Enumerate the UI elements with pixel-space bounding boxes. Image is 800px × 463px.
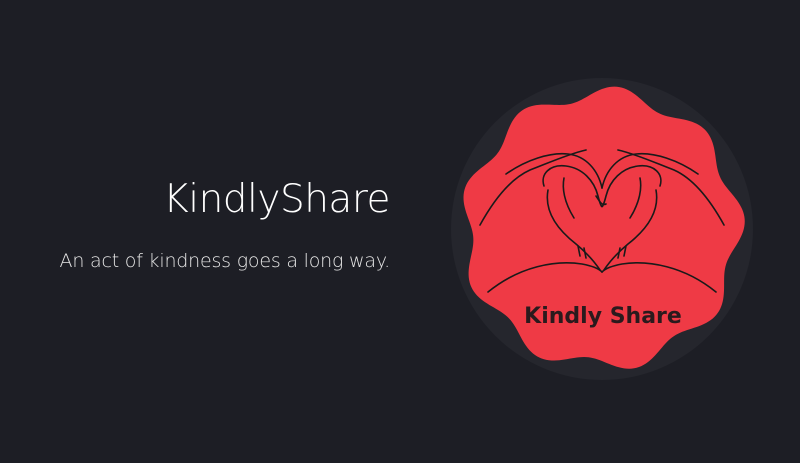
site-tagline: An act of kindness goes a long way.: [59, 250, 391, 272]
logo-text: Kindly Share: [524, 304, 682, 329]
kindlyshare-logo: Kindly Share: [446, 78, 758, 380]
site-title: KindlyShare: [163, 177, 390, 222]
